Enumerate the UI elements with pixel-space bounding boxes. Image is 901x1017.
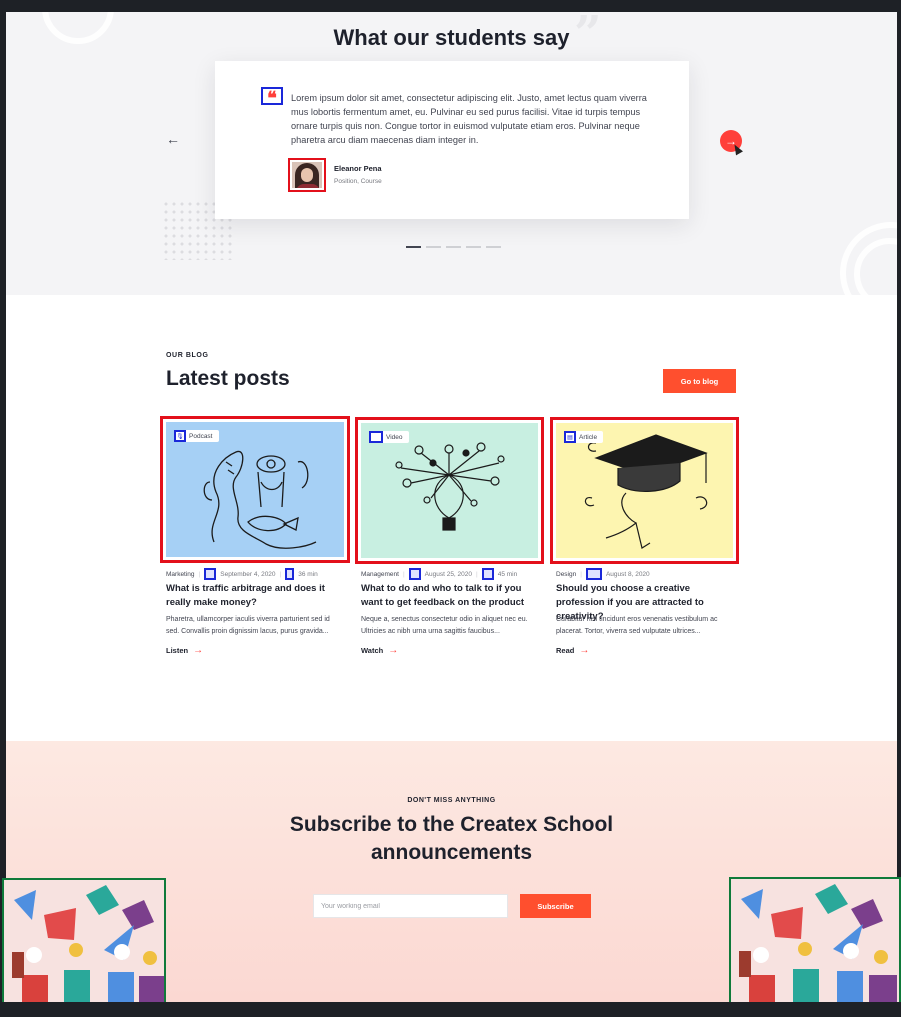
clock-icon [481, 568, 494, 580]
pager-dot[interactable] [446, 246, 461, 248]
calendar-icon [408, 568, 421, 580]
post-duration: 36 min [298, 570, 318, 578]
post-meta: Management | August 25, 2020 | 45 min [361, 568, 517, 580]
quote-icon: ❝ [261, 87, 283, 108]
post-link[interactable]: Listen → [166, 645, 203, 656]
pager-dot[interactable] [406, 246, 421, 248]
arrow-right-icon: → [388, 645, 399, 656]
author-name: Eleanor Pena [334, 164, 382, 173]
lightbulbs-illustration [395, 442, 505, 531]
arrow-right-icon: → [579, 645, 590, 656]
post-badge-label: Podcast [189, 432, 213, 440]
post-link-label[interactable]: Watch [361, 646, 383, 655]
post-category[interactable]: Management [361, 571, 399, 578]
post-date: August 8, 2020 [605, 570, 650, 578]
video-camera-icon [369, 431, 383, 443]
post-image-video[interactable]: Video [355, 417, 544, 564]
post-badge: 🎙 Podcast [174, 430, 219, 442]
post-link-label[interactable]: Listen [166, 646, 188, 655]
browser-top-bar [0, 0, 901, 12]
post-excerpt: Pharetra, ullamcorper iaculis viverra pa… [166, 616, 330, 635]
subscribe-title: Subscribe to the Createx School announce… [289, 813, 614, 864]
graduation-illustration-left [2, 878, 166, 1004]
page: ” What our students say ← ❝ Lorem ipsum … [6, 12, 897, 1002]
browser-bottom-bar [0, 1002, 901, 1017]
testimonial-card: ❝ Lorem ipsum dolor sit amet, consectetu… [215, 61, 689, 219]
face-line-art-illustration [203, 450, 317, 549]
blog-eyebrow: OUR BLOG [166, 352, 209, 359]
go-to-blog-button[interactable]: Go to blog [663, 369, 736, 393]
graduation-illustration-right [729, 877, 901, 1005]
pager-dot[interactable] [486, 246, 501, 248]
post-meta: Design | August 8, 2020 [556, 568, 650, 580]
testimonials-title: What our students say [333, 25, 570, 51]
calendar-icon [204, 568, 217, 580]
post-date: September 4, 2020 [220, 570, 276, 578]
blog-title: Latest posts [166, 367, 290, 390]
post-meta: Marketing | September 4, 2020 | 36 min [166, 568, 318, 580]
document-icon: ▤ [564, 431, 576, 443]
testimonials-section: ” What our students say ← ❝ Lorem ipsum … [6, 12, 897, 295]
graduation-cap-illustration [584, 434, 708, 549]
clock-icon [285, 568, 295, 580]
subscribe-button[interactable]: Subscribe [520, 894, 591, 918]
arrow-right-icon: → [193, 645, 204, 656]
microphone-icon: 🎙 [174, 430, 186, 442]
carousel-pager [406, 246, 501, 248]
pager-dot[interactable] [426, 246, 441, 248]
post-title[interactable]: What is traffic arbitrage and does it re… [166, 582, 346, 610]
post-excerpt: Neque a, senectus consectetur odio in al… [361, 616, 528, 635]
post-badge: Video [369, 431, 409, 443]
post-link[interactable]: Read → [556, 645, 589, 656]
post-category[interactable]: Marketing [166, 571, 195, 578]
post-excerpt: Curabitur nisi tincidunt eros venenatis … [556, 616, 718, 635]
email-input[interactable] [313, 894, 508, 918]
post-duration: 45 min [497, 570, 518, 578]
post-link[interactable]: Watch → [361, 645, 398, 656]
post-link-label[interactable]: Read [556, 646, 574, 655]
post-category[interactable]: Design [556, 571, 576, 578]
prev-arrow-button[interactable]: ← [166, 131, 180, 147]
avatar [288, 158, 326, 192]
post-badge: ▤ Article [564, 431, 604, 443]
post-image-article[interactable]: ▤ Article [550, 417, 739, 564]
post-badge-label: Article [579, 433, 598, 441]
author-position: Position, Course [334, 178, 382, 185]
calendar-icon [585, 568, 602, 580]
pager-dot[interactable] [466, 246, 481, 248]
post-title[interactable]: What to do and who to talk to if you wan… [361, 582, 541, 610]
subscribe-eyebrow: DON'T MISS ANYTHING [407, 797, 496, 804]
post-badge-label: Video [386, 433, 403, 441]
testimonial-quote: Lorem ipsum dolor sit amet, consectetur … [291, 93, 647, 145]
post-date: August 25, 2020 [424, 570, 473, 578]
post-image-podcast[interactable]: 🎙 Podcast [160, 416, 350, 563]
